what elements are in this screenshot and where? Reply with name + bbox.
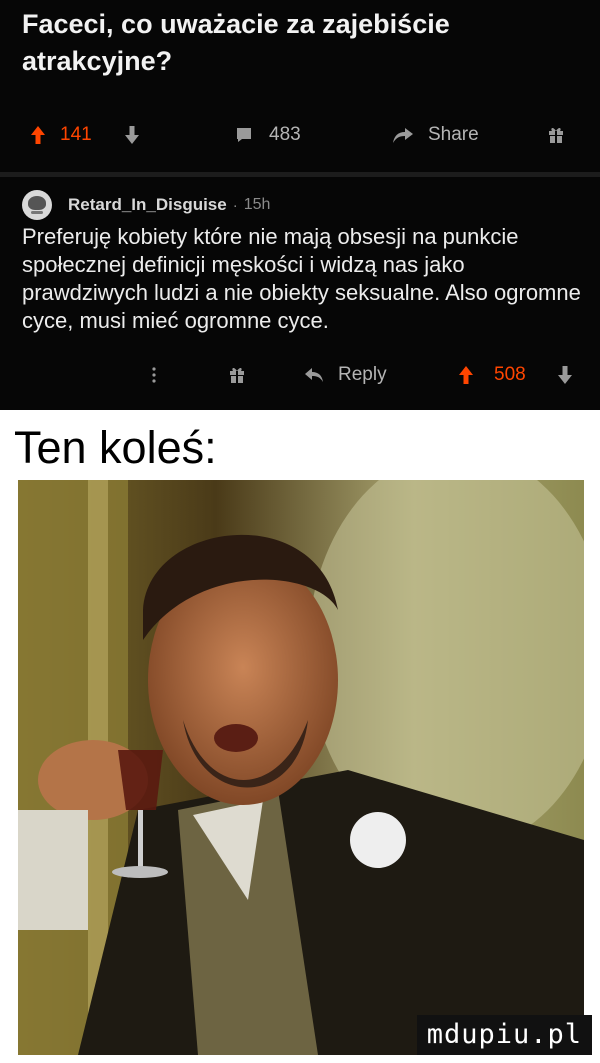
meme-caption: Ten koleś: (14, 422, 217, 473)
arrow-up-icon (459, 366, 473, 384)
reddit-post: Faceci, co uważacie za zajebiście atrakc… (0, 0, 600, 410)
downvote-button[interactable] (124, 120, 140, 150)
comment-action-bar: Reply 508 (0, 360, 600, 390)
watermark-logo[interactable]: mdupiu.pl (416, 1015, 592, 1055)
share-button[interactable]: Share (392, 120, 479, 150)
reply-label: Reply (338, 364, 387, 385)
comment-bubble-icon (237, 128, 251, 142)
share-arrow-icon (393, 128, 413, 143)
reply-arrow-icon (305, 368, 323, 382)
post-vote-count: 141 (60, 124, 92, 145)
upvote-button[interactable] (30, 120, 46, 150)
more-options-button[interactable] (152, 360, 156, 390)
award-button[interactable] (548, 120, 564, 150)
avatar[interactable] (22, 190, 52, 220)
post-action-bar: 141 483 Share (0, 120, 600, 150)
more-dots-icon (152, 367, 156, 383)
comment-text: Preferuję kobiety które nie mają obsesji… (22, 224, 581, 333)
share-label: Share (428, 124, 479, 145)
comments-button[interactable]: 483 (235, 120, 301, 150)
gift-icon (230, 367, 244, 383)
arrow-down-icon (125, 126, 139, 144)
meme-panel: Ten koleś: mdupiu.pl (0, 410, 600, 1063)
arrow-up-icon (31, 126, 45, 144)
section-divider (0, 172, 600, 177)
comment-upvote-button[interactable] (458, 360, 474, 390)
separator-dot: · (232, 196, 238, 214)
comment-time: 15h (243, 196, 271, 213)
post-title: Faceci, co uważacie za zajebiście atrakc… (22, 9, 450, 76)
gift-icon (549, 127, 563, 143)
comment-header: Retard_In_Disguise · 15h (22, 188, 270, 222)
comment-downvote-button[interactable] (557, 360, 573, 390)
comment-username[interactable]: Retard_In_Disguise (68, 195, 227, 215)
comment-count: 483 (269, 124, 301, 145)
reply-button[interactable]: Reply (304, 360, 387, 390)
comment-award-button[interactable] (229, 360, 245, 390)
meme-photo (18, 480, 584, 1055)
comment-vote-count: 508 (494, 364, 526, 385)
arrow-down-icon (558, 366, 572, 384)
